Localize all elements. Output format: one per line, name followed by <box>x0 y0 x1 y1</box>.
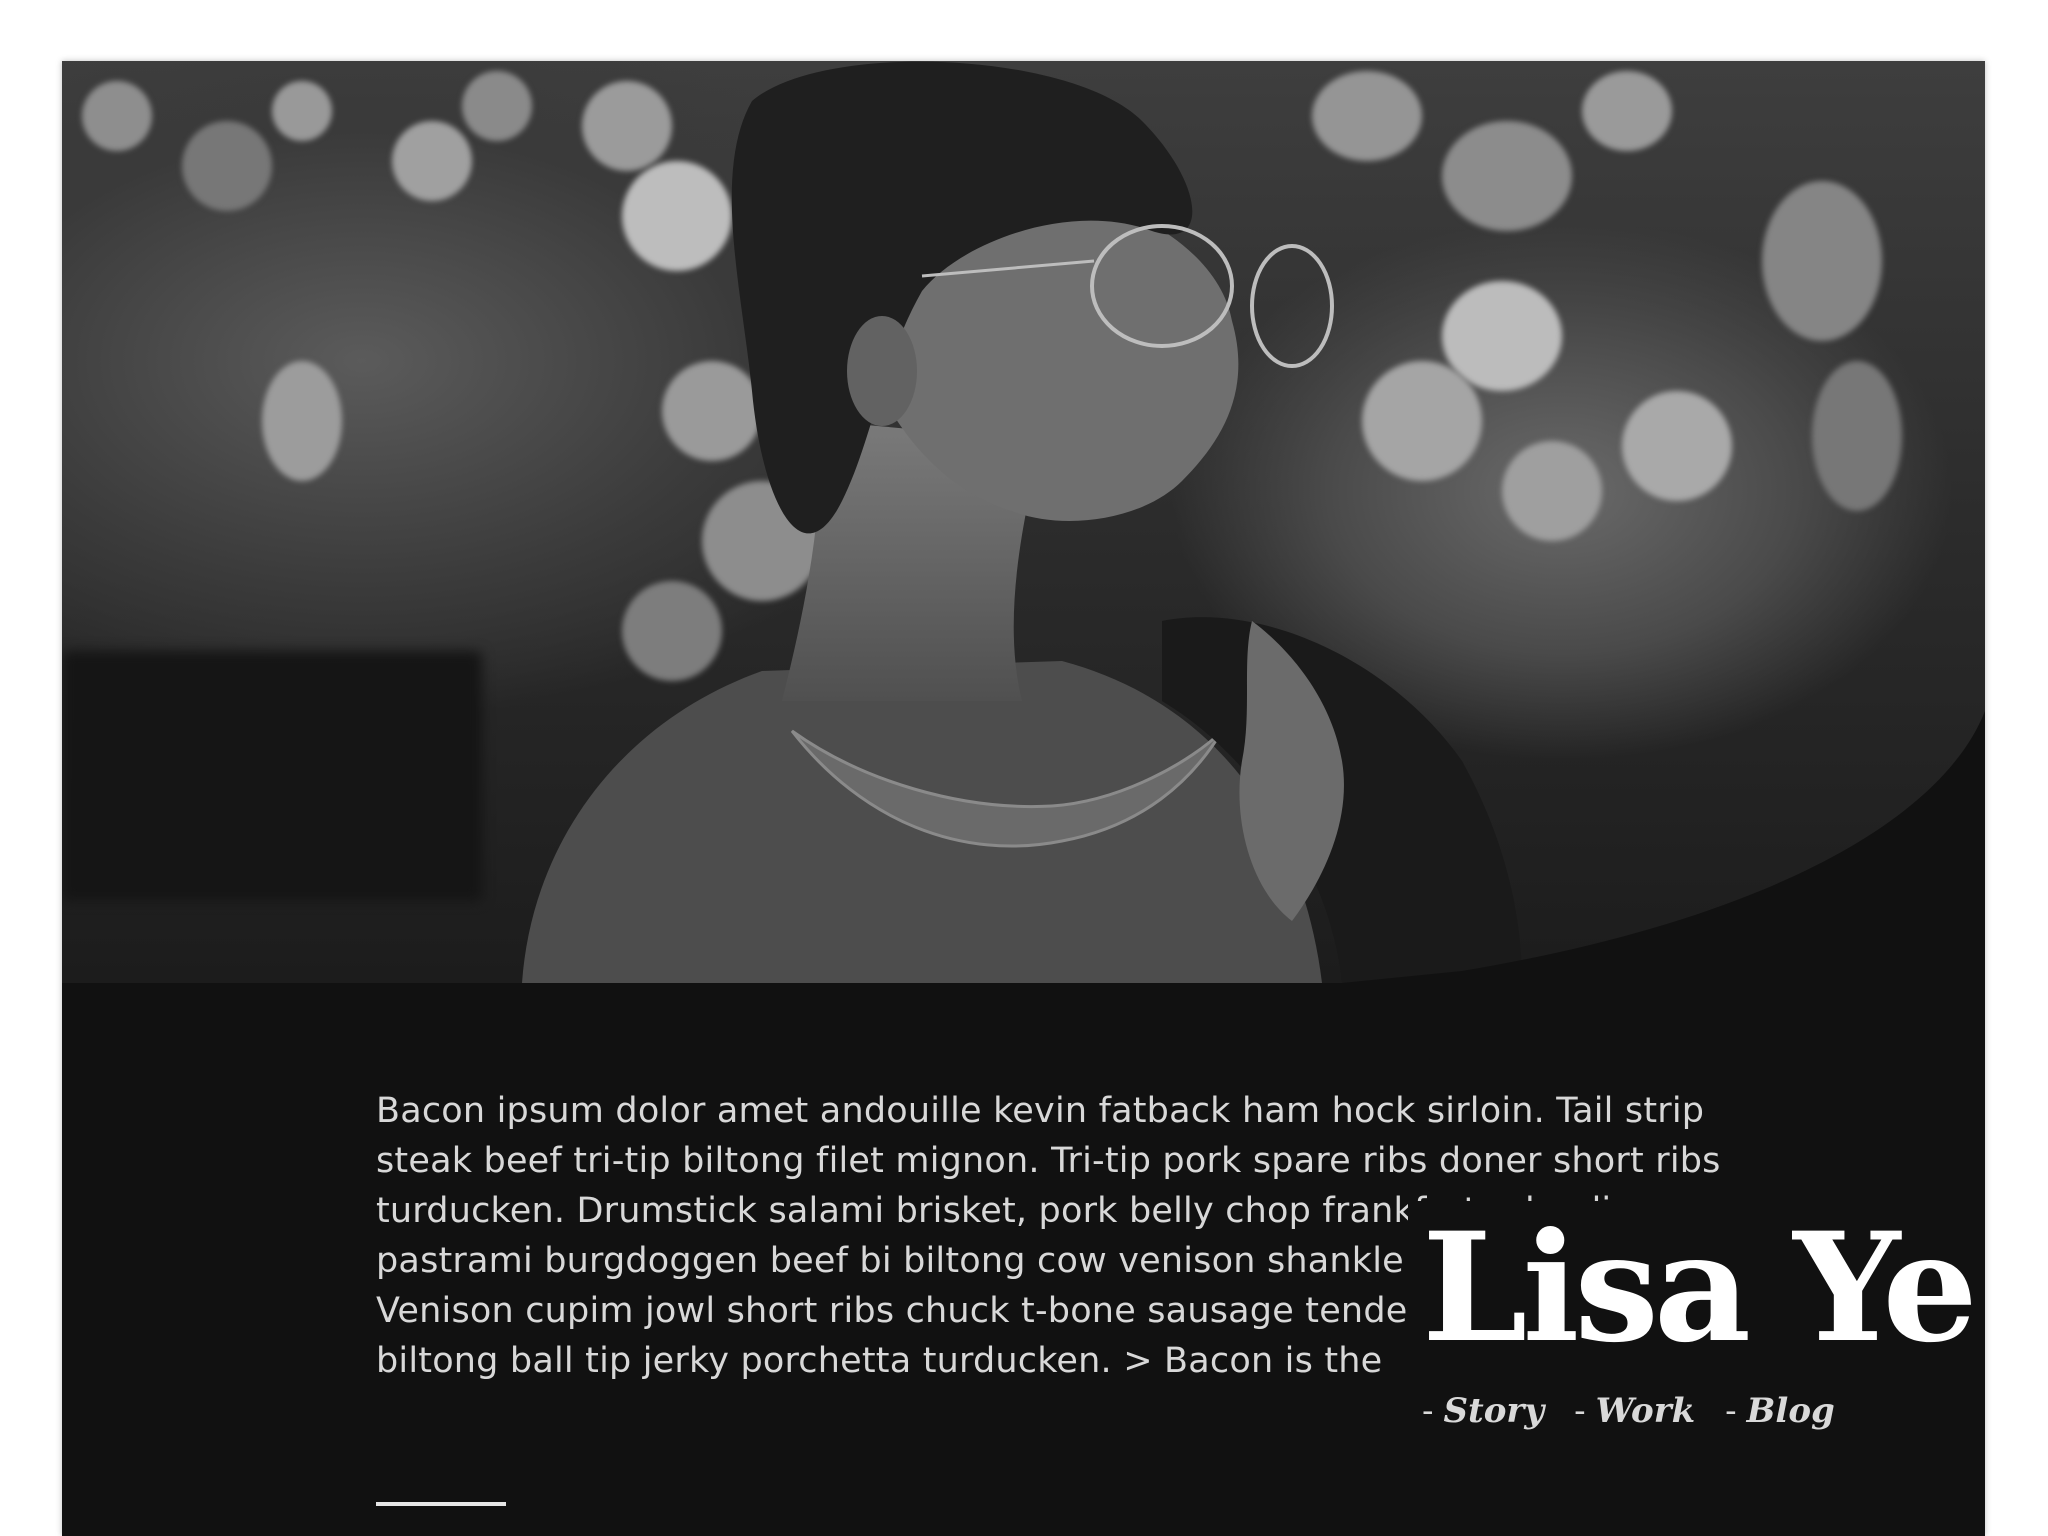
nav-dash: - <box>1574 1391 1586 1431</box>
nav-dash: - <box>1422 1391 1434 1431</box>
page-card: Bacon ipsum dolor amet andouille kevin f… <box>62 61 1985 1536</box>
site-title: Lisa Ye <box>1422 1200 1978 1376</box>
hero-curve-shape <box>1342 711 1985 983</box>
nav-story-label: Story <box>1443 1391 1545 1431</box>
nav-work-label: Work <box>1595 1391 1696 1431</box>
main-nav: - Story - Work - Blog <box>1422 1391 1835 1431</box>
hero-photo <box>62 61 1985 983</box>
nav-work[interactable]: - Work <box>1574 1391 1695 1431</box>
identity-block: Lisa Ye - Story - Work - Blog <box>1408 1201 1978 1501</box>
nav-blog-label: Blog <box>1746 1391 1835 1431</box>
nav-story[interactable]: - Story <box>1422 1391 1544 1431</box>
nav-dash: - <box>1725 1391 1737 1431</box>
nav-blog[interactable]: - Blog <box>1725 1391 1835 1431</box>
section-divider <box>376 1502 506 1506</box>
